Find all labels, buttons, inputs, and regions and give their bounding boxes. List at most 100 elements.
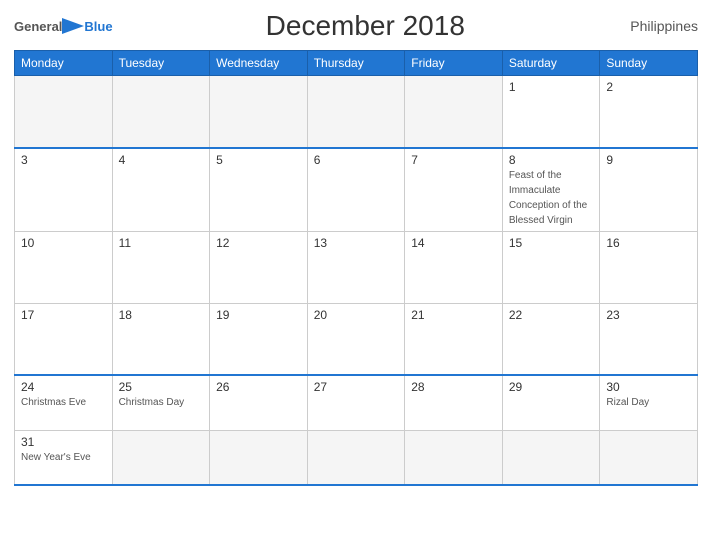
calendar-day: 27 [307,375,405,430]
day-number: 23 [606,308,691,322]
day-number: 1 [509,80,594,94]
day-number: 29 [509,380,594,394]
weekday-header-row: Monday Tuesday Wednesday Thursday Friday… [15,51,698,76]
day-number: 13 [314,236,399,250]
calendar-day: 29 [502,375,600,430]
calendar-day: 7 [405,148,503,232]
day-number: 5 [216,153,301,167]
day-number: 14 [411,236,496,250]
header-friday: Friday [405,51,503,76]
day-number: 27 [314,380,399,394]
holiday-label: New Year's Eve [21,452,91,463]
logo: General Blue [14,18,113,34]
calendar-week-row: 31 New Year's Eve [15,430,698,485]
holiday-label: Rizal Day [606,397,649,408]
calendar-day [405,76,503,148]
day-number: 15 [509,236,594,250]
calendar-day [210,430,308,485]
calendar-day: 3 [15,148,113,232]
day-number: 6 [314,153,399,167]
calendar-week-row: 17 18 19 20 21 22 23 [15,303,698,375]
calendar-day: 13 [307,231,405,303]
calendar-day [502,430,600,485]
header-saturday: Saturday [502,51,600,76]
day-number: 18 [119,308,204,322]
calendar-day: 30 Rizal Day [600,375,698,430]
calendar-container: General Blue December 2018 Philippines M… [0,0,712,550]
calendar-week-row: 10 11 12 13 14 15 16 [15,231,698,303]
day-number: 28 [411,380,496,394]
calendar-grid: Monday Tuesday Wednesday Thursday Friday… [14,50,698,486]
calendar-day: 18 [112,303,210,375]
day-number: 20 [314,308,399,322]
holiday-label: Feast of the Immaculate Conception of th… [509,170,587,226]
header-thursday: Thursday [307,51,405,76]
calendar-day: 22 [502,303,600,375]
calendar-day: 12 [210,231,308,303]
calendar-title: December 2018 [113,10,618,42]
day-number: 22 [509,308,594,322]
day-number: 9 [606,153,691,167]
calendar-day: 1 [502,76,600,148]
calendar-day: 28 [405,375,503,430]
calendar-week-row: 345678 Feast of the Immaculate Conception… [15,148,698,232]
calendar-day: 16 [600,231,698,303]
calendar-day: 19 [210,303,308,375]
day-number: 16 [606,236,691,250]
day-number: 7 [411,153,496,167]
header-tuesday: Tuesday [112,51,210,76]
calendar-day: 9 [600,148,698,232]
logo-blue-text: Blue [84,19,112,34]
day-number: 19 [216,308,301,322]
calendar-day: 5 [210,148,308,232]
calendar-week-row: 24 Christmas Eve 25 Christmas Day 26 27 28 29 30… [15,375,698,430]
day-number: 2 [606,80,691,94]
day-number: 11 [119,236,204,250]
calendar-day: 8 Feast of the Immaculate Conception of t… [502,148,600,232]
calendar-day [112,76,210,148]
calendar-day [307,76,405,148]
calendar-day [307,430,405,485]
calendar-day: 23 [600,303,698,375]
calendar-day: 4 [112,148,210,232]
header-sunday: Sunday [600,51,698,76]
calendar-day: 14 [405,231,503,303]
calendar-day: 20 [307,303,405,375]
day-number: 31 [21,435,106,449]
calendar-day: 17 [15,303,113,375]
calendar-day: 24 Christmas Eve [15,375,113,430]
calendar-day [405,430,503,485]
calendar-day: 2 [600,76,698,148]
calendar-day: 25 Christmas Day [112,375,210,430]
logo-flag-icon [62,18,84,34]
header-wednesday: Wednesday [210,51,308,76]
calendar-day [112,430,210,485]
day-number: 25 [119,380,204,394]
day-number: 17 [21,308,106,322]
calendar-day: 15 [502,231,600,303]
day-number: 3 [21,153,106,167]
header-row: General Blue December 2018 Philippines [14,10,698,42]
calendar-day: 26 [210,375,308,430]
calendar-day [15,76,113,148]
calendar-day: 21 [405,303,503,375]
calendar-day: 31 New Year's Eve [15,430,113,485]
calendar-day [210,76,308,148]
calendar-day: 11 [112,231,210,303]
calendar-day: 10 [15,231,113,303]
calendar-day [600,430,698,485]
day-number: 24 [21,380,106,394]
day-number: 4 [119,153,204,167]
day-number: 8 [509,153,594,167]
holiday-label: Christmas Eve [21,397,86,408]
day-number: 21 [411,308,496,322]
header-monday: Monday [15,51,113,76]
calendar-week-row: 12 [15,76,698,148]
calendar-day: 6 [307,148,405,232]
day-number: 26 [216,380,301,394]
logo-general-text: General [14,19,62,34]
holiday-label: Christmas Day [119,397,185,408]
day-number: 10 [21,236,106,250]
day-number: 30 [606,380,691,394]
country-name: Philippines [618,18,698,34]
